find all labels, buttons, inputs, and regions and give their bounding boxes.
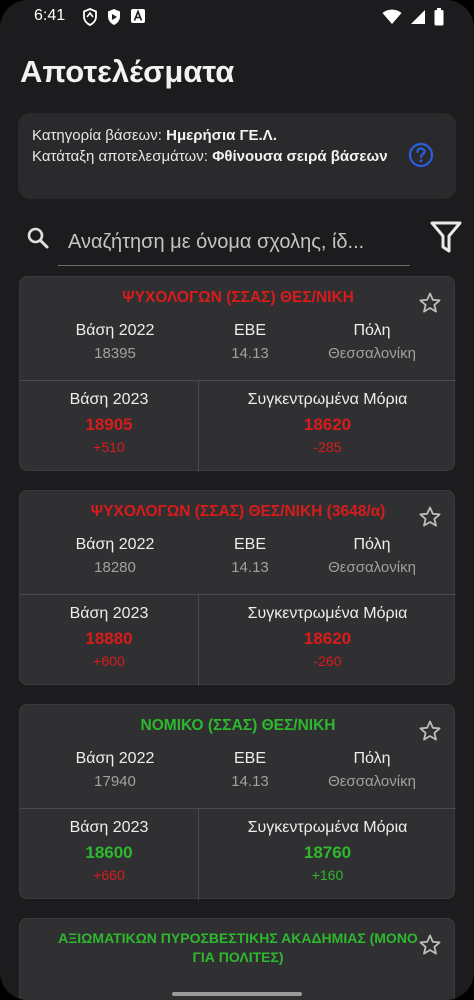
ebe-value: 14.13 bbox=[231, 559, 269, 576]
points-cell: Συγκεντρωμένα Μόρια 18760 +160 bbox=[199, 819, 456, 883]
ebe-label: ΕΒΕ bbox=[233, 322, 266, 339]
points-value: 18760 bbox=[303, 843, 352, 862]
favorite-star-icon[interactable] bbox=[418, 291, 442, 320]
base-diff: +660 bbox=[93, 867, 125, 883]
search-input[interactable] bbox=[58, 220, 410, 266]
base-2022-label: Βάση 2022 bbox=[75, 750, 155, 767]
base-2022-value: 18395 bbox=[94, 345, 136, 362]
play-shield-icon bbox=[106, 8, 122, 31]
app-notification-icon bbox=[130, 8, 146, 31]
favorite-star-icon[interactable] bbox=[418, 719, 442, 748]
favorite-star-icon[interactable] bbox=[418, 933, 442, 962]
base-2022-label: Βάση 2022 bbox=[75, 536, 155, 553]
base-diff: +600 bbox=[93, 653, 125, 669]
base-2023-cell: Βάση 2023 18880 +600 bbox=[20, 605, 198, 669]
city-value: Θεσσαλονίκη bbox=[328, 345, 416, 362]
base-2023-value: 18905 bbox=[85, 415, 133, 434]
base-2022-cell: Βάση 2022 18395 bbox=[50, 322, 180, 362]
base-2022-label: Βάση 2022 bbox=[75, 322, 155, 339]
search-icon bbox=[26, 226, 50, 255]
points-diff: -260 bbox=[313, 653, 342, 669]
status-time: 6:41 bbox=[34, 7, 66, 24]
category-info: Κατηγορία βάσεων: Ημερήσια ΓΕ.Λ. bbox=[32, 125, 442, 146]
city-value: Θεσσαλονίκη bbox=[328, 773, 416, 790]
filter-icon[interactable] bbox=[430, 220, 462, 259]
ebe-cell: ΕΒΕ 14.13 bbox=[200, 536, 300, 576]
cellular-signal-icon bbox=[410, 9, 426, 30]
category-value: Ημερήσια ΓΕ.Λ. bbox=[166, 127, 277, 144]
divider bbox=[20, 380, 456, 381]
base-2023-label: Βάση 2023 bbox=[69, 605, 149, 622]
search-bar bbox=[20, 220, 462, 268]
sort-info: Κατάταξη αποτελεσμάτων: Φθίνουσα σειρά β… bbox=[32, 146, 402, 167]
points-cell: Συγκεντρωμένα Μόρια 18620 -260 bbox=[199, 605, 456, 669]
points-label: Συγκεντρωμένα Μόρια bbox=[247, 819, 408, 836]
base-2023-value: 18880 bbox=[85, 629, 133, 648]
city-cell: Πόλη Θεσσαλονίκη bbox=[312, 322, 432, 362]
ebe-label: ΕΒΕ bbox=[233, 750, 266, 767]
ebe-cell: ΕΒΕ 14.13 bbox=[200, 322, 300, 362]
city-label: Πόλη bbox=[353, 322, 391, 339]
points-label: Συγκεντρωμένα Μόρια bbox=[247, 391, 408, 408]
gesture-nav-bar[interactable] bbox=[172, 992, 302, 996]
city-cell: Πόλη Θεσσαλονίκη bbox=[312, 536, 432, 576]
result-card[interactable]: ΝΟΜΙΚΟ (ΣΣΑΣ) ΘΕΣ/ΝΙΚΗ Βάση 2022 17940 Ε… bbox=[19, 704, 456, 900]
base-2022-cell: Βάση 2022 17940 bbox=[50, 750, 180, 790]
sort-value: Φθίνουσα σειρά βάσεων bbox=[212, 148, 388, 165]
app-screen: 6:41 Αποτελέσματα Κατηγορία βάσεων: Ημερ… bbox=[0, 0, 474, 1000]
school-title: ΝΟΜΙΚΟ (ΣΣΑΣ) ΘΕΣ/ΝΙΚΗ bbox=[140, 717, 336, 734]
points-diff: +160 bbox=[311, 867, 344, 883]
points-cell: Συγκεντρωμένα Μόρια 18620 -285 bbox=[199, 391, 456, 455]
status-bar: 6:41 bbox=[0, 0, 474, 34]
base-2022-value: 18280 bbox=[94, 559, 136, 576]
points-value: 18620 bbox=[303, 415, 352, 434]
divider bbox=[20, 808, 456, 809]
ebe-cell: ΕΒΕ 14.13 bbox=[200, 750, 300, 790]
vpn-shield-icon bbox=[82, 8, 98, 31]
ebe-label: ΕΒΕ bbox=[233, 536, 266, 553]
battery-icon bbox=[434, 8, 444, 31]
school-title: ΑΞΙΩΜΑΤΙΚΩΝ ΠΥΡΟΣΒΕΣΤΙΚΗΣ ΑΚΑΔΗΜΙΑΣ (ΜΟΝ… bbox=[58, 930, 418, 965]
category-label: Κατηγορία βάσεων: bbox=[32, 127, 162, 144]
base-2023-label: Βάση 2023 bbox=[69, 391, 149, 408]
city-value: Θεσσαλονίκη bbox=[328, 559, 416, 576]
school-title: ΨΥΧΟΛΟΓΩΝ (ΣΣΑΣ) ΘΕΣ/ΝΙΚΗ bbox=[122, 289, 354, 306]
result-card[interactable]: ΑΞΙΩΜΑΤΙΚΩΝ ΠΥΡΟΣΒΕΣΤΙΚΗΣ ΑΚΑΔΗΜΙΑΣ (ΜΟΝ… bbox=[19, 918, 455, 1000]
base-2023-cell: Βάση 2023 18905 +510 bbox=[20, 391, 198, 455]
points-value: 18620 bbox=[303, 629, 352, 648]
city-label: Πόλη bbox=[353, 750, 391, 767]
ebe-value: 14.13 bbox=[231, 773, 269, 790]
base-2023-value: 18600 bbox=[85, 843, 133, 862]
sort-label: Κατάταξη αποτελεσμάτων: bbox=[32, 148, 208, 165]
divider bbox=[20, 594, 456, 595]
result-card[interactable]: ΨΥΧΟΛΟΓΩΝ (ΣΣΑΣ) ΘΕΣ/ΝΙΚΗ Βάση 2022 1839… bbox=[19, 276, 456, 472]
ebe-value: 14.13 bbox=[231, 345, 269, 362]
base-2022-cell: Βάση 2022 18280 bbox=[50, 536, 180, 576]
base-2023-label: Βάση 2023 bbox=[69, 819, 149, 836]
page-title: Αποτελέσματα bbox=[20, 54, 235, 89]
points-label: Συγκεντρωμένα Μόρια bbox=[247, 605, 408, 622]
school-title: ΨΥΧΟΛΟΓΩΝ (ΣΣΑΣ) ΘΕΣ/ΝΙΚΗ (3648/α) bbox=[90, 503, 386, 520]
favorite-star-icon[interactable] bbox=[418, 505, 442, 534]
city-label: Πόλη bbox=[353, 536, 391, 553]
base-diff: +510 bbox=[93, 439, 125, 455]
result-card[interactable]: ΨΥΧΟΛΟΓΩΝ (ΣΣΑΣ) ΘΕΣ/ΝΙΚΗ (3648/α) Βάση … bbox=[19, 490, 456, 686]
help-icon[interactable] bbox=[408, 142, 434, 174]
base-2023-cell: Βάση 2023 18600 +660 bbox=[20, 819, 198, 883]
base-2022-value: 17940 bbox=[94, 773, 136, 790]
city-cell: Πόλη Θεσσαλονίκη bbox=[312, 750, 432, 790]
wifi-icon bbox=[382, 9, 402, 30]
filter-info-card[interactable]: Κατηγορία βάσεων: Ημερήσια ΓΕ.Λ. Κατάταξ… bbox=[18, 113, 456, 199]
points-diff: -285 bbox=[313, 439, 342, 455]
